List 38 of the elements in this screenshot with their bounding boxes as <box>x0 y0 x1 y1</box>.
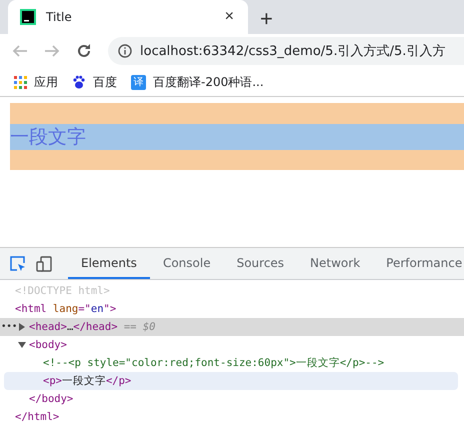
browser-tab[interactable]: Title × <box>8 0 248 34</box>
markup-line: <html lang="en"> <box>15 303 116 315</box>
close-tab-button[interactable]: × <box>220 8 238 26</box>
address-bar[interactable]: localhost:63342/css3_demo/5.引入方式/5.引入方 <box>108 37 464 65</box>
element-tree-row[interactable]: ••• <head>…</head> == $0 <box>0 318 464 336</box>
element-tree-row[interactable]: <body> <box>0 336 464 354</box>
devtools-tab[interactable]: Elements <box>68 248 150 279</box>
markup-line: </body> <box>29 393 74 405</box>
device-toggle-icon[interactable] <box>36 256 52 272</box>
bookmark-link[interactable]: 百度 <box>72 74 117 90</box>
bookmark-link[interactable]: 译 百度翻译-200种语... <box>131 74 264 90</box>
devtools-tab[interactable]: Console <box>150 248 224 279</box>
apps-grid-icon <box>14 76 27 88</box>
markup-line: <p>一段文字</p> <box>43 374 132 388</box>
markup-line: <body> <box>29 339 67 351</box>
devtools-tab[interactable]: Network <box>297 248 374 279</box>
devtools-tab[interactable]: Performance <box>373 248 464 279</box>
inspect-cursor-icon[interactable] <box>10 256 26 272</box>
devtools-tab[interactable]: Sources <box>224 248 298 279</box>
new-tab-button[interactable]: + <box>260 8 273 30</box>
markup-line: <!DOCTYPE html> <box>15 285 110 297</box>
markup-line: <head>…</head> == $0 <box>29 321 156 333</box>
reload-icon[interactable] <box>76 43 92 59</box>
info-icon <box>118 44 132 58</box>
translate-badge: 译 <box>131 74 146 90</box>
tab-title: Title <box>46 10 73 24</box>
paragraph-text: 一段文字 <box>10 124 464 150</box>
app-logo-icon <box>20 9 36 25</box>
element-tree-row[interactable]: <!--<p style="color:red;font-size:60px">一段文字</p>--> <box>0 354 464 372</box>
element-tree-row[interactable]: <p>一段文字</p> <box>4 372 458 390</box>
markup-line: </html> <box>15 411 60 423</box>
element-tree-row[interactable]: <html lang="en"> <box>0 300 464 318</box>
bookmark-link[interactable]: 应用 <box>14 74 58 90</box>
paw-icon <box>72 75 86 89</box>
collapse-triangle-icon[interactable] <box>18 341 29 349</box>
more-options[interactable]: ••• <box>1 322 18 332</box>
url-text: localhost:63342/css3_demo/5.引入方式/5.引入方 <box>140 43 446 60</box>
markup-line: <!--<p style="color:red;font-size:60px">一段文字</p>--> <box>43 356 384 370</box>
